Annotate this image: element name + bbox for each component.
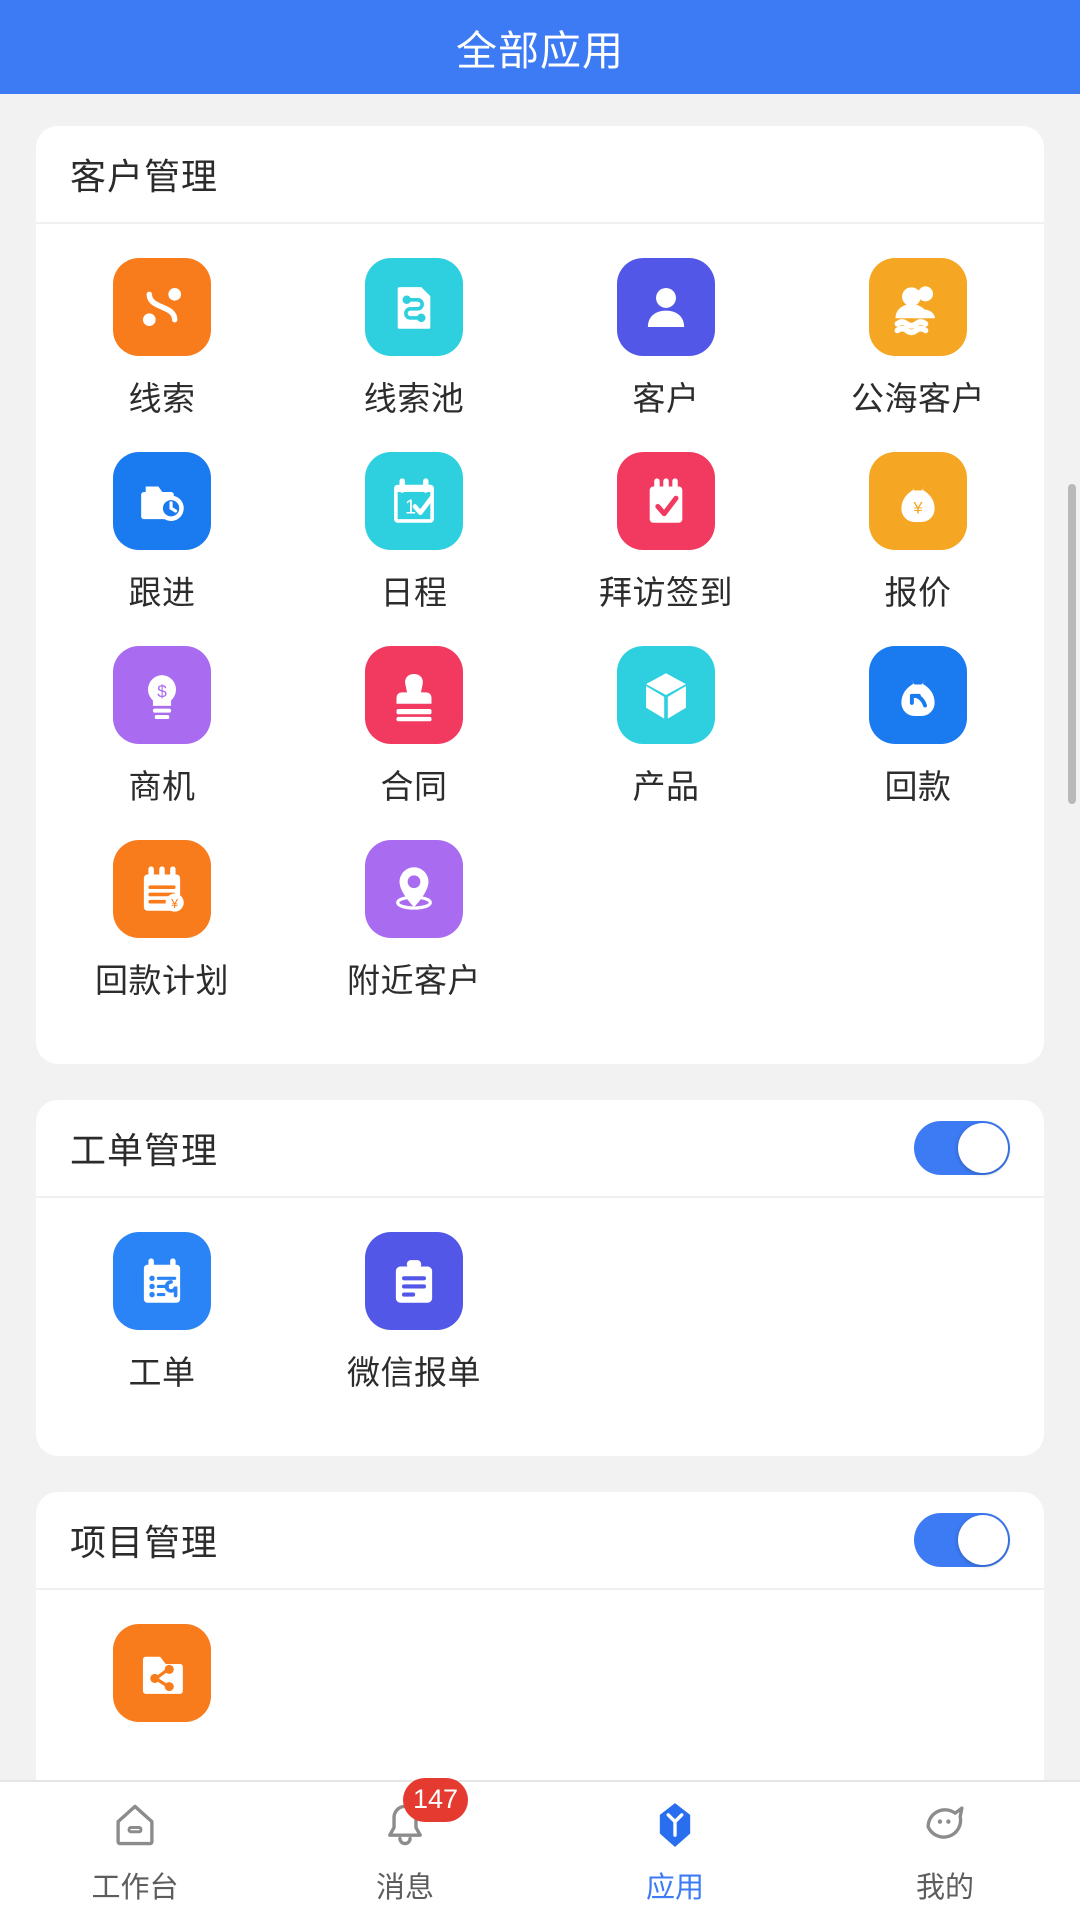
section-toggle[interactable]	[914, 1513, 1010, 1567]
stamp-icon	[365, 646, 463, 744]
bell-icon: 147	[378, 1778, 469, 1854]
cube-icon	[617, 646, 715, 744]
app-tile[interactable]: $ 商机	[36, 646, 288, 808]
app-tile[interactable]	[36, 1624, 288, 1738]
app-tile[interactable]: 微信报单	[288, 1232, 540, 1394]
section-header: 项目管理	[36, 1492, 1044, 1590]
page-title: 全部应用	[456, 28, 624, 74]
tab-home[interactable]: 工作台	[0, 1796, 270, 1906]
section-card: 客户管理线索 线索池 客户 公海客户跟进 1 日程 拜访签到 ¥ 报价 $ 商机 合同 产品 回款 ¥ 回款计…	[36, 126, 1044, 1064]
app-tile[interactable]: 拜访签到	[540, 452, 792, 614]
person-icon	[617, 258, 715, 356]
app-tile[interactable]: ¥ 报价	[792, 452, 1044, 614]
app-header: 全部应用	[0, 0, 1080, 94]
scroll-container[interactable]: 客户管理线索 线索池 客户 公海客户跟进 1 日程 拜访签到 ¥ 报价 $ 商机 合同 产品 回款 ¥ 回款计…	[0, 94, 1080, 1780]
app-label: 线索池	[363, 380, 465, 417]
note-yen-icon: ¥	[113, 840, 211, 938]
app-tile[interactable]: 线索	[36, 258, 288, 420]
section-header: 工单管理	[36, 1100, 1044, 1198]
section-title: 客户管理	[70, 156, 219, 197]
bottom-navigation: 工作台 147 消息 应用 我的	[0, 1778, 1080, 1920]
app-tile[interactable]: 线索池	[288, 258, 540, 420]
toggle-knob	[958, 1515, 1008, 1565]
app-label: 跟进	[128, 574, 196, 611]
apps-icon	[648, 1796, 702, 1854]
app-label: 客户	[632, 380, 700, 417]
tab-label: 消息	[375, 1872, 434, 1904]
app-grid: 线索 线索池 客户 公海客户跟进 1 日程 拜访签到 ¥ 报价 $ 商机 合同 产品 回款 ¥ 回款计划 附近客…	[36, 224, 1044, 1064]
calendar-check-icon: 1	[365, 452, 463, 550]
folder-share-icon	[113, 1624, 211, 1722]
clipboard-check-icon	[617, 452, 715, 550]
svg-text:¥: ¥	[912, 498, 923, 517]
section-card: 工单管理工单 微信报单	[36, 1100, 1044, 1456]
tab-apps[interactable]: 应用	[540, 1796, 810, 1906]
profile-icon	[918, 1796, 972, 1854]
section-header: 客户管理	[36, 126, 1044, 224]
section-toggle[interactable]	[914, 1121, 1010, 1175]
clipboard-wrench-icon	[113, 1232, 211, 1330]
money-bag-back-icon	[869, 646, 967, 744]
money-bag-yen-icon: ¥	[869, 452, 967, 550]
app-label: 报价	[884, 574, 952, 611]
bulb-dollar-icon: $	[113, 646, 211, 744]
app-label: 商机	[128, 768, 196, 805]
svg-text:$: $	[157, 682, 167, 702]
app-label: 合同	[380, 768, 448, 805]
app-label: 工单	[128, 1354, 196, 1391]
section-card: 项目管理	[36, 1492, 1044, 1780]
notification-badge: 147	[403, 1778, 469, 1822]
route-icon	[113, 258, 211, 356]
svg-text:¥: ¥	[170, 897, 179, 911]
app-tile[interactable]: 客户	[540, 258, 792, 420]
app-label: 线索	[128, 380, 196, 417]
tab-label: 应用	[645, 1872, 704, 1904]
app-tile[interactable]: ¥ 回款计划	[36, 840, 288, 1002]
app-screen: 全部应用 客户管理 线索 线索池 客户 公海客户 跟进 1 日程 拜访签到 ¥ 报价 $ 商机 合同 产品回…	[0, 0, 1080, 1920]
app-label: 回款计划	[95, 962, 229, 999]
tab-label: 工作台	[91, 1872, 179, 1904]
app-tile[interactable]: 附近客户	[288, 840, 540, 1002]
app-tile[interactable]: 跟进	[36, 452, 288, 614]
app-tile[interactable]: 产品	[540, 646, 792, 808]
section-title: 工单管理	[70, 1130, 219, 1171]
app-label: 回款	[884, 768, 952, 805]
tab-bell[interactable]: 147 消息	[270, 1778, 540, 1906]
lead-pool-doc-icon	[365, 258, 463, 356]
app-label: 日程	[380, 574, 448, 611]
toggle-knob	[958, 1123, 1008, 1173]
app-label: 公海客户	[851, 380, 985, 417]
app-grid: 工单 微信报单	[36, 1198, 1044, 1456]
tab-label: 我的	[915, 1872, 974, 1904]
app-label: 拜访签到	[599, 574, 733, 611]
vertical-scrollbar[interactable]	[1068, 484, 1076, 804]
group-waves-icon	[869, 258, 967, 356]
app-label: 附近客户	[347, 962, 481, 999]
app-tile[interactable]: 回款	[792, 646, 1044, 808]
app-tile[interactable]: 公海客户	[792, 258, 1044, 420]
app-label: 产品	[632, 768, 700, 805]
app-tile[interactable]: 工单	[36, 1232, 288, 1394]
app-label: 微信报单	[347, 1354, 481, 1391]
tab-profile[interactable]: 我的	[810, 1796, 1080, 1906]
folder-clock-icon	[113, 452, 211, 550]
app-tile[interactable]: 合同	[288, 646, 540, 808]
app-grid	[36, 1590, 1044, 1780]
clipboard-lines-icon	[365, 1232, 463, 1330]
location-pin-icon	[365, 840, 463, 938]
app-tile[interactable]: 1 日程	[288, 452, 540, 614]
home-icon	[108, 1796, 162, 1854]
section-title: 项目管理	[70, 1522, 219, 1563]
